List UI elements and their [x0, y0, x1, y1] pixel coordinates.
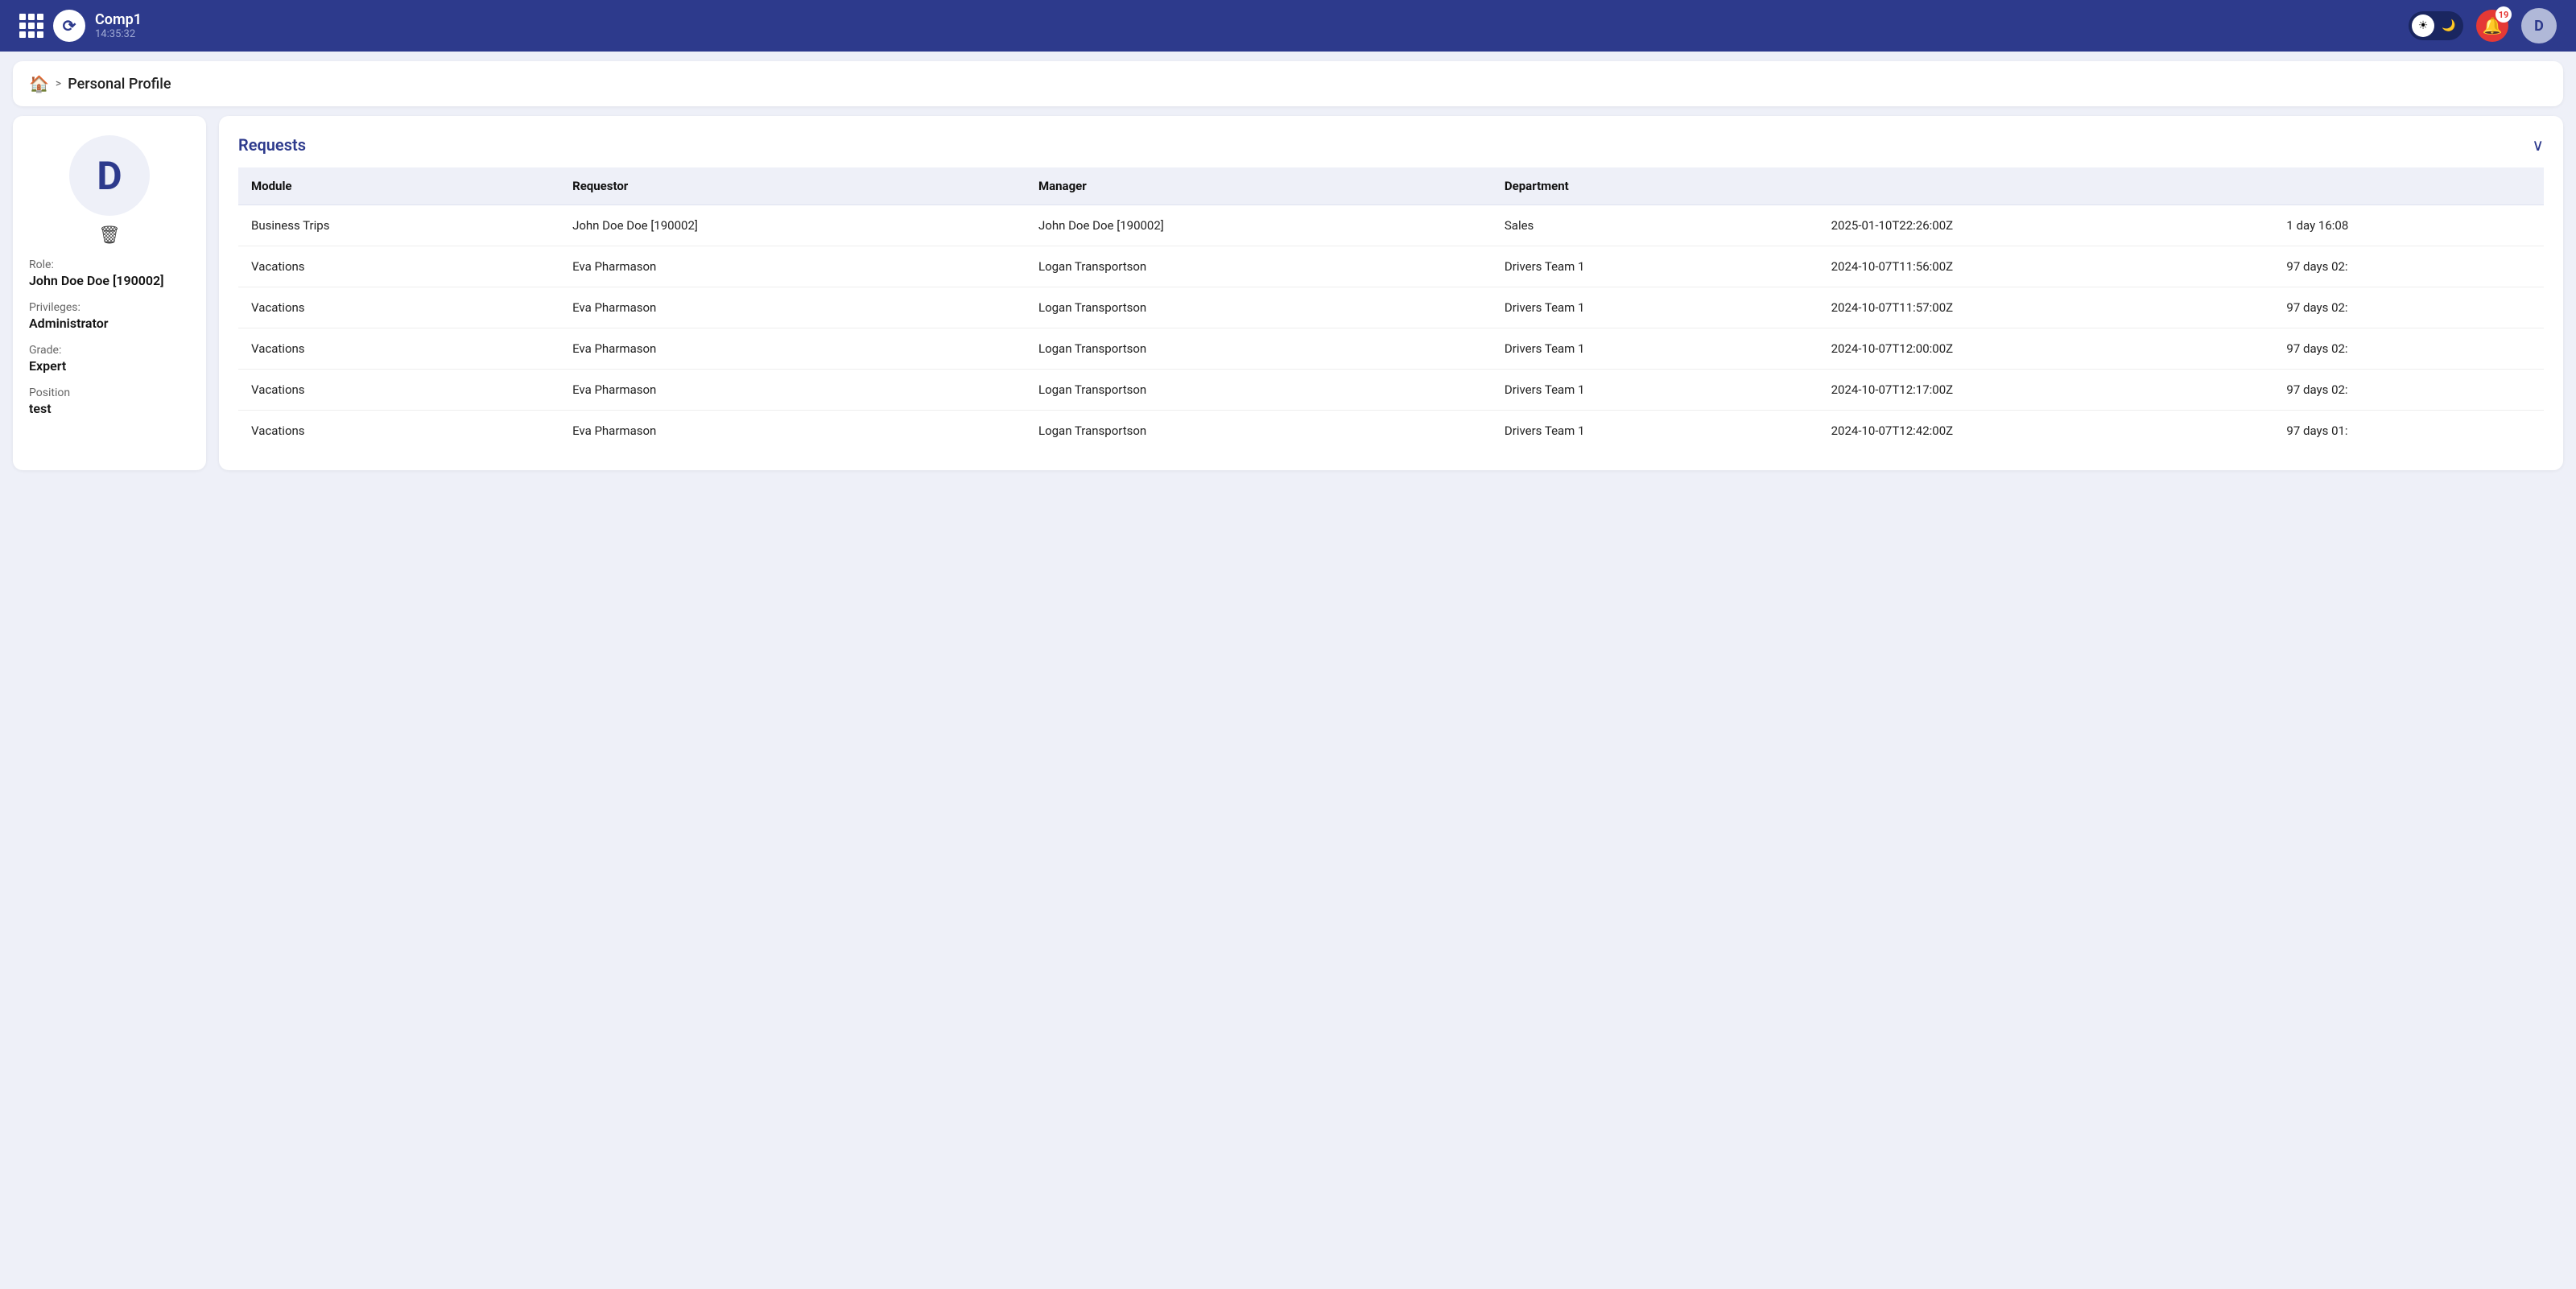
avatar-container: D 🗑 — [29, 135, 190, 246]
cell-3: Drivers Team 1 — [1492, 411, 1818, 452]
col-requestor: Requestor — [559, 167, 1026, 205]
cell-4: 2025-01-10T22:26:00Z — [1818, 205, 2274, 246]
user-avatar[interactable]: D — [2521, 8, 2557, 43]
cell-0: Vacations — [238, 328, 559, 370]
grade-label: Grade: — [29, 344, 190, 357]
table-row[interactable]: VacationsEva PharmasonLogan Transportson… — [238, 411, 2544, 452]
cell-4: 2024-10-07T11:56:00Z — [1818, 246, 2274, 287]
cell-5: 97 days 02: — [2273, 287, 2544, 328]
requests-header: Requests ∨ — [238, 135, 2544, 155]
cell-3: Drivers Team 1 — [1492, 246, 1818, 287]
table-row[interactable]: VacationsEva PharmasonLogan Transportson… — [238, 287, 2544, 328]
dark-mode-button[interactable]: 🌙 — [2438, 14, 2460, 37]
profile-avatar: D — [69, 135, 150, 216]
breadcrumb-separator: > — [56, 77, 61, 90]
profile-position-field: Position test — [29, 386, 190, 416]
position-label: Position — [29, 386, 190, 399]
cell-3: Drivers Team 1 — [1492, 287, 1818, 328]
cell-1: Eva Pharmason — [559, 411, 1026, 452]
cell-3: Drivers Team 1 — [1492, 328, 1818, 370]
table-row[interactable]: Business TripsJohn Doe Doe [190002]John … — [238, 205, 2544, 246]
app-logo: ⟳ — [53, 10, 85, 42]
col-department: Department — [1492, 167, 1818, 205]
profile-role-field: Role: John Doe Doe [190002] — [29, 258, 190, 288]
app-time: 14:35:32 — [95, 28, 142, 40]
cell-1: Eva Pharmason — [559, 246, 1026, 287]
cell-2: Logan Transportson — [1026, 370, 1492, 411]
cell-2: Logan Transportson — [1026, 246, 1492, 287]
cell-4: 2024-10-07T11:57:00Z — [1818, 287, 2274, 328]
light-mode-button[interactable]: ☀ — [2412, 14, 2434, 37]
topbar-right: ☀ 🌙 🔔 19 D — [2409, 8, 2557, 43]
moon-icon: 🌙 — [2442, 19, 2455, 32]
notification-badge: 19 — [2496, 6, 2512, 23]
cell-5: 97 days 02: — [2273, 370, 2544, 411]
table-row[interactable]: VacationsEva PharmasonLogan Transportson… — [238, 246, 2544, 287]
home-icon[interactable]: 🏠 — [29, 74, 49, 93]
app-name: Comp1 — [95, 11, 142, 29]
delete-avatar-icon[interactable]: 🗑 — [98, 225, 121, 246]
privileges-label: Privileges: — [29, 301, 190, 314]
main-content: D 🗑 Role: John Doe Doe [190002] Privileg… — [0, 116, 2576, 483]
col-date — [1818, 167, 2274, 205]
breadcrumb: 🏠 > Personal Profile — [13, 61, 2563, 106]
position-value: test — [29, 401, 190, 416]
table-row[interactable]: VacationsEva PharmasonLogan Transportson… — [238, 370, 2544, 411]
cell-1: John Doe Doe [190002] — [559, 205, 1026, 246]
topbar-left: ⟳ Comp1 14:35:32 — [19, 10, 142, 42]
cell-2: Logan Transportson — [1026, 287, 1492, 328]
profile-card: D 🗑 Role: John Doe Doe [190002] Privileg… — [13, 116, 206, 470]
role-label: Role: — [29, 258, 190, 271]
profile-privileges-field: Privileges: Administrator — [29, 301, 190, 331]
col-manager: Manager — [1026, 167, 1492, 205]
sun-icon: ☀ — [2418, 19, 2429, 32]
topbar: ⟳ Comp1 14:35:32 ☀ 🌙 🔔 19 D — [0, 0, 2576, 52]
cell-4: 2024-10-07T12:42:00Z — [1818, 411, 2274, 452]
role-value: John Doe Doe [190002] — [29, 273, 190, 288]
cell-0: Vacations — [238, 370, 559, 411]
requests-panel: Requests ∨ Module Requestor Manager Depa… — [219, 116, 2563, 470]
cell-0: Vacations — [238, 246, 559, 287]
col-duration — [2273, 167, 2544, 205]
cell-4: 2024-10-07T12:00:00Z — [1818, 328, 2274, 370]
cell-2: John Doe Doe [190002] — [1026, 205, 1492, 246]
cell-3: Sales — [1492, 205, 1818, 246]
requests-collapse-button[interactable]: ∨ — [2532, 135, 2544, 155]
cell-2: Logan Transportson — [1026, 328, 1492, 370]
breadcrumb-page-title: Personal Profile — [68, 76, 171, 93]
cell-5: 97 days 02: — [2273, 246, 2544, 287]
cell-1: Eva Pharmason — [559, 328, 1026, 370]
col-module: Module — [238, 167, 559, 205]
app-info: Comp1 14:35:32 — [95, 11, 142, 41]
table-row[interactable]: VacationsEva PharmasonLogan Transportson… — [238, 328, 2544, 370]
requests-table: Module Requestor Manager Department Busi… — [238, 167, 2544, 451]
cell-1: Eva Pharmason — [559, 287, 1026, 328]
grade-value: Expert — [29, 358, 190, 374]
privileges-value: Administrator — [29, 316, 190, 331]
cell-0: Vacations — [238, 411, 559, 452]
cell-0: Vacations — [238, 287, 559, 328]
cell-2: Logan Transportson — [1026, 411, 1492, 452]
theme-toggle[interactable]: ☀ 🌙 — [2409, 11, 2463, 40]
cell-1: Eva Pharmason — [559, 370, 1026, 411]
cell-0: Business Trips — [238, 205, 559, 246]
cell-5: 97 days 02: — [2273, 328, 2544, 370]
cell-3: Drivers Team 1 — [1492, 370, 1818, 411]
profile-grade-field: Grade: Expert — [29, 344, 190, 374]
requests-title: Requests — [238, 135, 306, 155]
cell-5: 1 day 16:08 — [2273, 205, 2544, 246]
table-header-row: Module Requestor Manager Department — [238, 167, 2544, 205]
cell-5: 97 days 01: — [2273, 411, 2544, 452]
cell-4: 2024-10-07T12:17:00Z — [1818, 370, 2274, 411]
grid-menu-icon[interactable] — [19, 14, 43, 38]
notification-button[interactable]: 🔔 19 — [2476, 10, 2508, 42]
